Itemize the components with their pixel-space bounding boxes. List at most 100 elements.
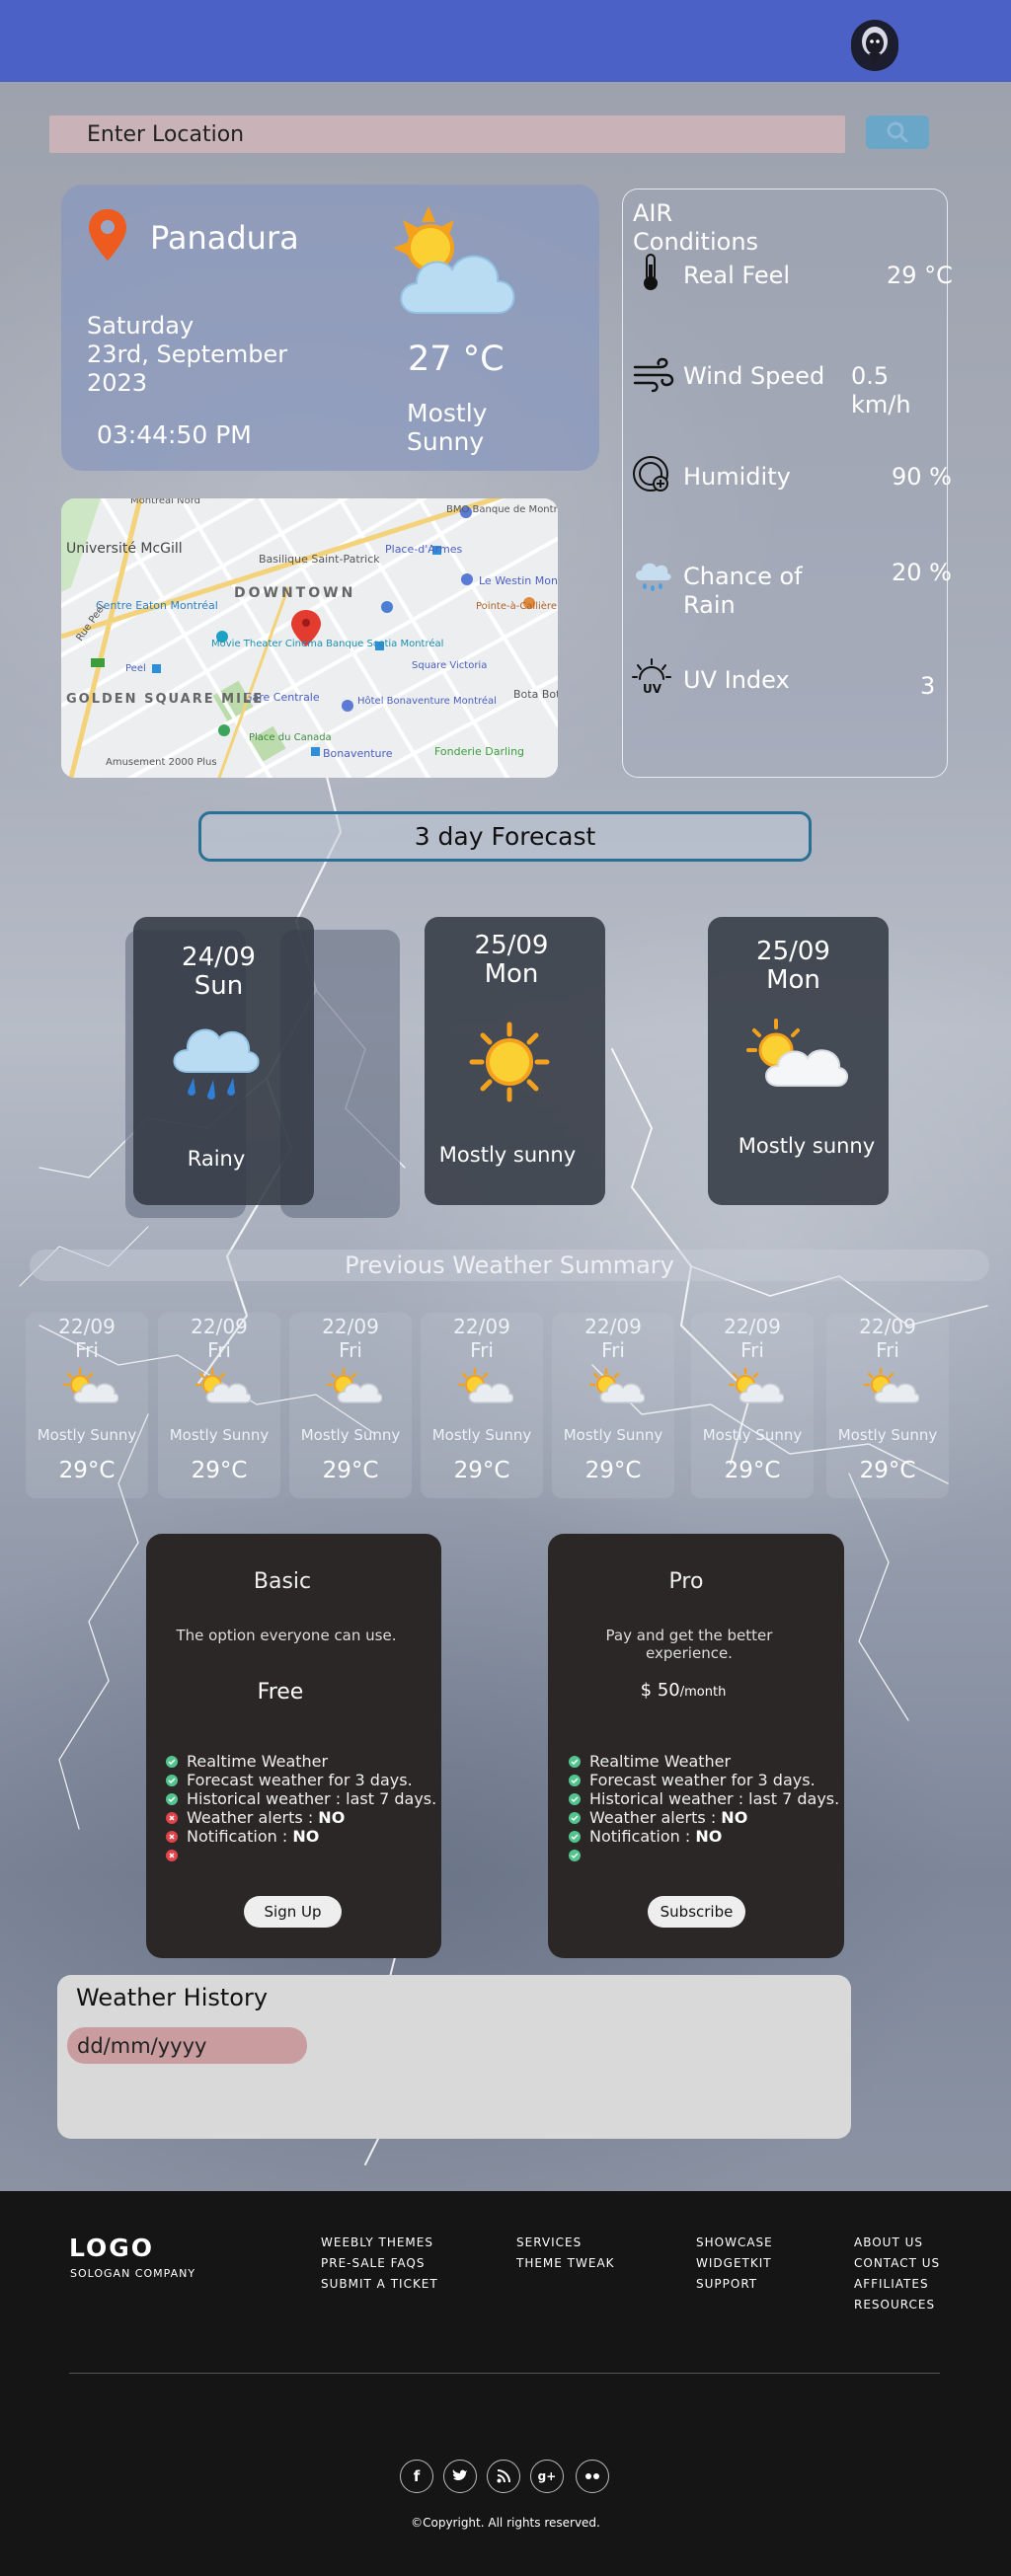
map-label: GOLDEN SQUARE MILE [66,692,264,707]
sign-up-button[interactable]: Sign Up [244,1896,342,1928]
pro-plan-card [548,1534,844,1958]
pro-plan-description: Pay and get the better experience. [605,1627,773,1662]
flickr-glyph-icon [585,2473,599,2479]
previous-day-temperature: 29°C [191,1458,248,1483]
map-label: Amusement 2000 Plus [106,757,217,768]
check-icon [569,1831,581,1843]
partly-sunny-icon [63,1367,118,1403]
google-plus-icon[interactable]: g+ [530,2460,564,2493]
uv-index-label: UV Index [683,666,790,694]
previous-day-temperature: 29°C [859,1458,916,1483]
plan-feature-text: Realtime Weather [187,1752,329,1771]
footer-link[interactable]: PRE-SALE FAQS [321,2253,438,2274]
footer-link[interactable]: SERVICES [516,2233,615,2253]
previous-day-name: Fri [470,1338,494,1362]
cross-icon [166,1812,178,1824]
twitter-icon[interactable] [443,2460,477,2493]
forecast-condition-text: Mostly sunny [438,1143,577,1167]
current-full-date: 23rd, September 2023 [87,341,288,397]
footer-link[interactable]: SUPPORT [696,2274,773,2295]
previous-day-date: 22/09 [58,1315,116,1338]
real-feel-label: Real Feel [683,262,791,289]
map-label: Basilique Saint-Patrick [259,553,380,566]
plan-feature-text: Weather alerts : [589,1808,722,1827]
subscribe-button[interactable]: Subscribe [648,1896,745,1928]
profile-avatar-icon[interactable] [851,20,898,71]
footer-link[interactable]: ABOUT US [854,2233,940,2253]
previous-day-date: 22/09 [584,1315,642,1338]
pro-plan-name: Pro [668,1569,704,1594]
footer-logo[interactable]: LOGO [69,2234,154,2262]
rss-icon[interactable] [487,2460,520,2493]
previous-day-temperature: 29°C [453,1458,510,1483]
cross-icon [166,1850,178,1861]
map-label: Montréal Nord [130,498,200,506]
footer-link[interactable]: SUBMIT A TICKET [321,2274,438,2295]
footer-link[interactable]: WEEBLY THEMES [321,2233,438,2253]
real-feel-value: 29 °C [887,262,953,289]
city-name: Panadura [150,219,299,257]
basic-plan-price: Free [257,1680,304,1705]
previous-day-name: Fri [207,1338,231,1362]
map-graphic: Montréal Nord BMO Banque de Montréal Uni… [61,498,558,778]
previous-day-name: Fri [75,1338,99,1362]
plan-feature: Weather alerts : NO [589,1808,747,1827]
forecast-condition: Rainy [187,1147,246,1171]
map-label: Hôtel Bonaventure Montréal [357,695,497,707]
previous-day-temperature: 29°C [58,1458,116,1483]
partly-sunny-icon [195,1367,251,1403]
rain-cloud-icon [636,563,671,591]
partly-sunny-icon [864,1367,919,1403]
basic-plan-description: The option everyone can use. [176,1627,397,1644]
previous-day-temperature: 29°C [724,1458,781,1483]
check-icon [166,1756,178,1768]
footer-link[interactable]: AFFILIATES [854,2274,940,2295]
rain-cloud-icon [173,1028,260,1099]
facebook-icon[interactable]: f [400,2460,433,2493]
previous-day-condition: Mostly Sunny [431,1426,532,1444]
plan-feature: Realtime Weather [187,1752,328,1771]
forecast-day: Sun [194,971,244,1001]
footer-link[interactable]: RESOURCES [854,2295,940,2315]
location-map[interactable]: Montréal Nord BMO Banque de Montréal Uni… [61,498,558,778]
location-search-input[interactable] [49,115,845,153]
history-date-input[interactable] [67,2027,307,2064]
current-time: 03:44:50 PM [97,420,252,449]
previous-day-condition: Mostly Sunny [300,1426,401,1444]
check-icon [569,1756,581,1768]
current-day: Saturday [87,312,194,340]
previous-day-condition: Mostly Sunny [837,1426,938,1444]
previous-day-name: Fri [601,1338,625,1362]
plan-feature: Historical weather : last 7 days. [589,1789,839,1808]
footer-column-4: ABOUT US CONTACT US AFFILIATES RESOURCES [854,2233,940,2315]
avatar-figure-icon [862,27,888,65]
wind-icon [633,357,674,393]
humidity-label: Humidity [683,463,791,491]
footer-link[interactable]: WIDGETKIT [696,2253,773,2274]
partly-sunny-icon [393,206,515,314]
google-plus-glyph: g+ [537,2469,557,2483]
footer-link[interactable]: CONTACT US [854,2253,940,2274]
footer-link[interactable]: SHOWCASE [696,2233,773,2253]
sun-icon [469,1022,550,1102]
forecast-day: Mon [766,965,820,995]
search-icon [887,121,908,143]
plan-feature-text: Weather alerts : [187,1808,319,1827]
three-day-forecast-button[interactable]: 3 day Forecast [198,811,812,862]
flickr-icon[interactable] [576,2460,609,2493]
map-label: Place-d'Armes [385,543,463,556]
location-pin-icon [89,209,126,261]
plan-feature: Weather alerts : NO [187,1808,345,1827]
footer-column-2: SERVICES THEME TWEAK [516,2233,615,2274]
forecast-condition: Mostly sunny [425,1143,590,1167]
footer-link[interactable]: THEME TWEAK [516,2253,615,2274]
footer-column-1: WEEBLY THEMES PRE-SALE FAQS SUBMIT A TIC… [321,2233,438,2295]
search-button[interactable] [866,115,929,149]
previous-day-condition: Mostly Sunny [702,1426,803,1444]
previous-day-temperature: 29°C [584,1458,642,1483]
forecast-date: 25/09 [474,931,549,960]
plan-feature: Notification : NO [589,1827,722,1846]
current-temperature: 27 °C [408,340,505,379]
chance-of-rain-value: 20 % [892,559,952,586]
map-label: BMO Banque de Montréal [446,503,558,515]
